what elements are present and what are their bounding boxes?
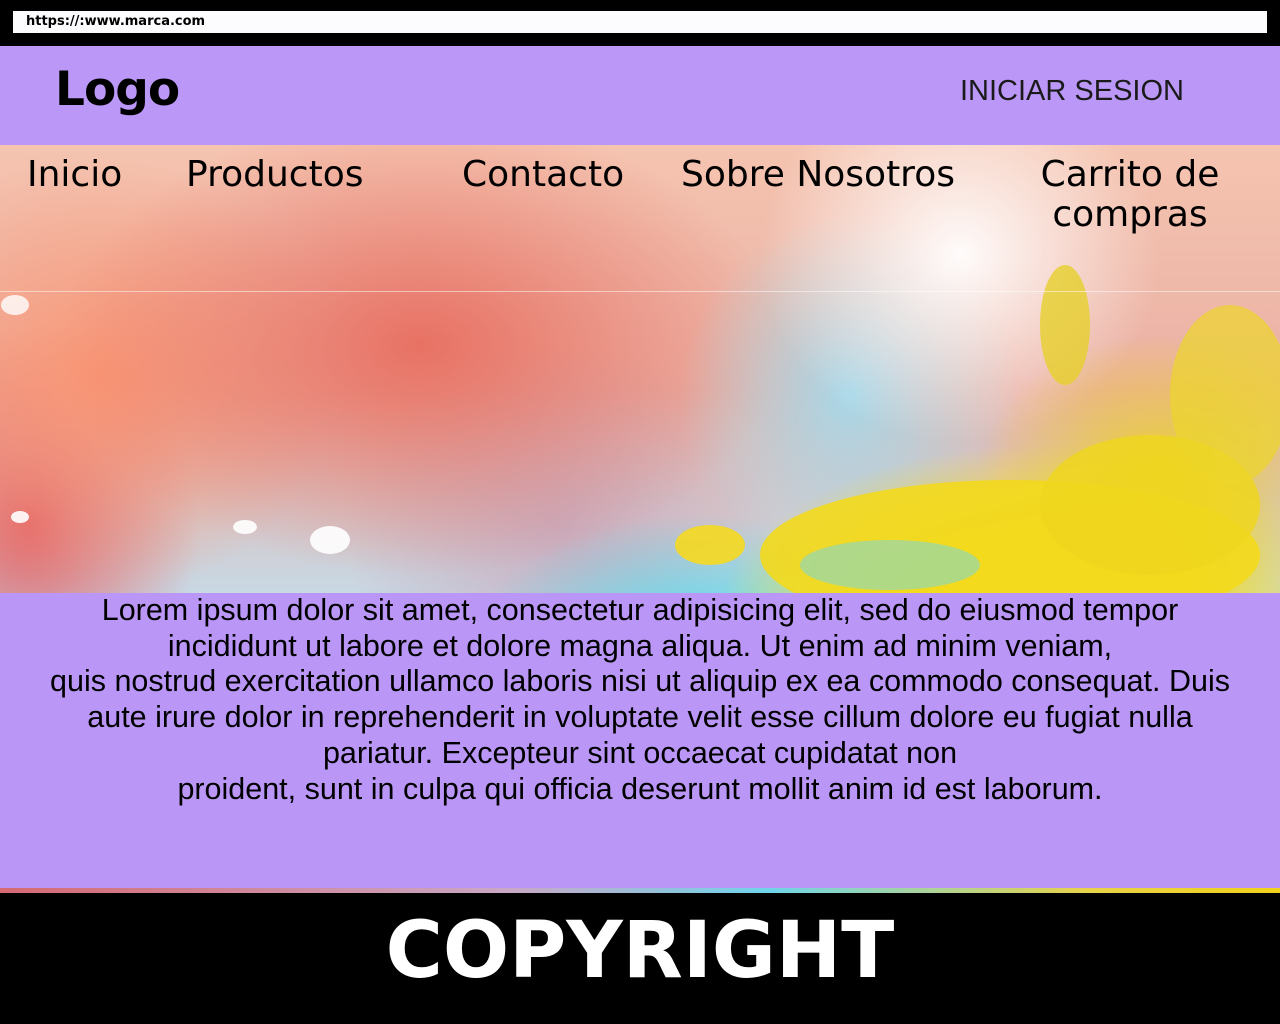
footer-color-strip bbox=[0, 888, 1280, 893]
login-link[interactable]: INICIAR SESION bbox=[960, 77, 1184, 106]
logo[interactable]: Logo bbox=[55, 66, 180, 113]
browser-bar: https://:www.marca.com bbox=[0, 0, 1280, 46]
site-footer: COPYRIGHT bbox=[0, 888, 1280, 1024]
paragraph-line: proident, sunt in culpa qui officia dese… bbox=[177, 771, 1103, 806]
nav-item-carrito[interactable]: Carrito de compras bbox=[1025, 155, 1235, 234]
address-bar[interactable]: https://:www.marca.com bbox=[13, 11, 1267, 33]
nav-item-sobre-nosotros[interactable]: Sobre Nosotros bbox=[681, 155, 955, 195]
lorem-paragraph: Lorem ipsum dolor sit amet, consectetur … bbox=[40, 593, 1240, 807]
paragraph-line: quis nostrud exercitation ullamco labori… bbox=[50, 664, 1230, 770]
content-section: Lorem ipsum dolor sit amet, consectetur … bbox=[0, 593, 1280, 888]
main-nav: Inicio Productos Contacto Sobre Nosotros… bbox=[0, 155, 1280, 240]
nav-item-contacto[interactable]: Contacto bbox=[462, 155, 624, 195]
site-header: Logo INICIAR SESION bbox=[0, 46, 1280, 145]
paragraph-line: Lorem ipsum dolor sit amet, consectetur … bbox=[101, 593, 1179, 663]
nav-item-inicio[interactable]: Inicio bbox=[27, 155, 122, 195]
nav-item-productos[interactable]: Productos bbox=[186, 155, 363, 195]
copyright-text: COPYRIGHT bbox=[385, 906, 895, 996]
